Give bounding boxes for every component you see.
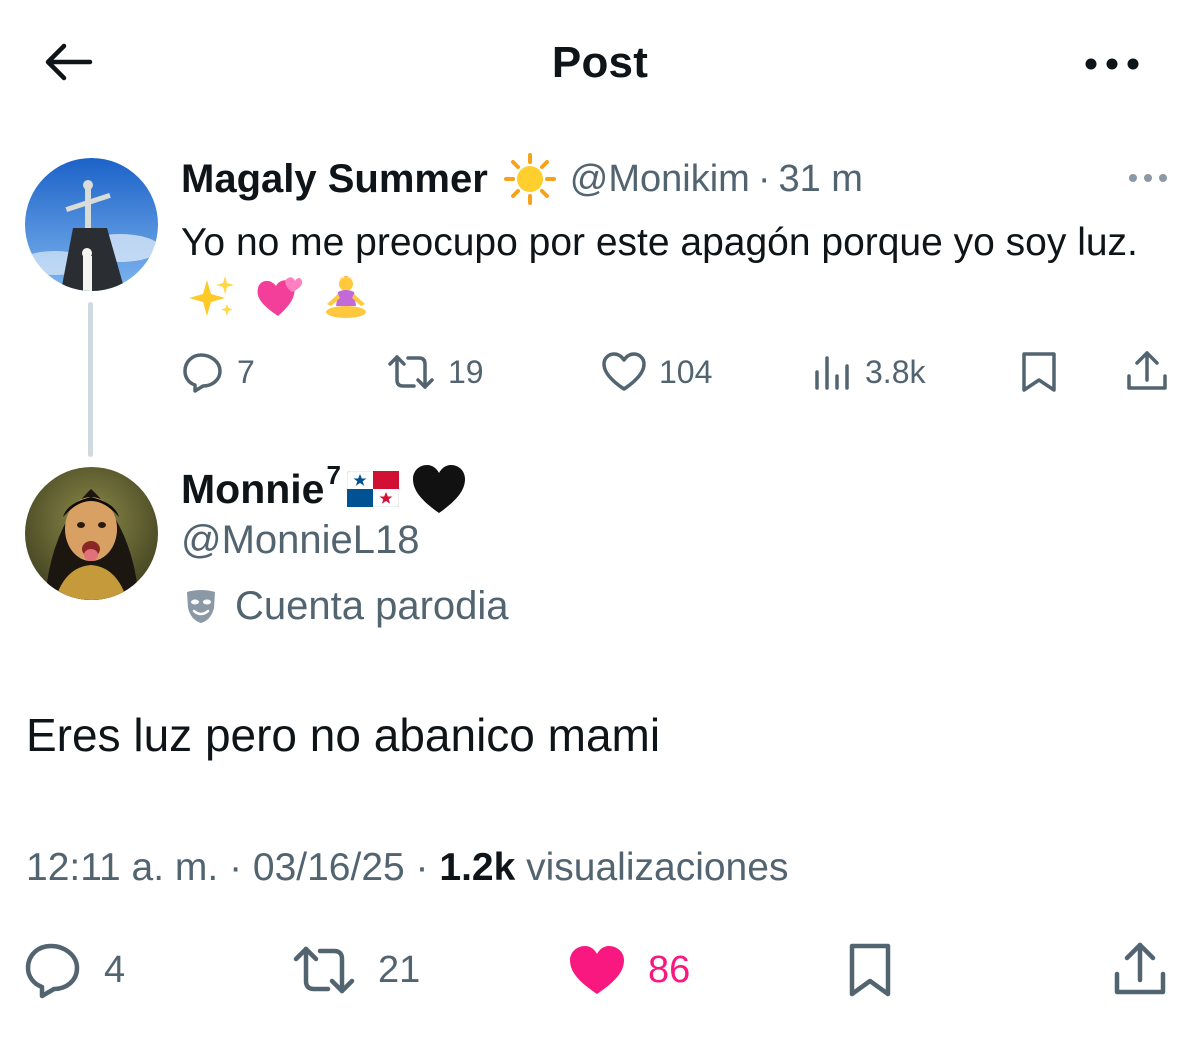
post-time[interactable]: 12:11 a. m. [26, 846, 218, 889]
repost-icon [293, 946, 355, 994]
sun-emoji [503, 153, 556, 205]
post-time[interactable]: 31 m [778, 158, 862, 201]
like-button[interactable]: 104 [601, 344, 712, 400]
share-icon [1114, 942, 1166, 995]
more-options-button[interactable] [1080, 44, 1144, 84]
heart-outline-icon [602, 352, 646, 391]
author-handle[interactable]: @Monikim [570, 158, 750, 201]
reply-icon [183, 353, 222, 393]
separator-dot: · [404, 846, 440, 889]
author-name[interactable]: Monnie [181, 466, 324, 513]
author-name[interactable]: Magaly Summer [181, 157, 488, 202]
share-icon [1127, 351, 1167, 390]
like-count: 104 [659, 353, 713, 390]
post-more-button[interactable] [1124, 166, 1172, 190]
reply-post-header: Monnie 7 [181, 460, 467, 518]
reply-button[interactable]: 4 [24, 930, 125, 1010]
reply-icon [25, 943, 80, 999]
bookmark-icon [1022, 352, 1056, 392]
more-horizontal-icon [1085, 58, 1139, 70]
analytics-icon [815, 356, 849, 390]
share-button[interactable] [1125, 344, 1169, 400]
drama-masks-icon [187, 590, 215, 623]
bookmark-button[interactable] [1019, 344, 1059, 400]
avatar-monnie[interactable] [25, 467, 158, 600]
share-button[interactable] [1112, 930, 1168, 1010]
like-button[interactable]: 86 [568, 930, 690, 1010]
reply-button[interactable]: 7 [181, 344, 255, 400]
bookmark-button[interactable] [846, 930, 894, 1010]
avatar-magaly[interactable] [25, 158, 158, 291]
separator-dot: · [218, 846, 253, 889]
reply-count: 4 [104, 948, 126, 991]
parent-post-text: Yo no me preocupo por este apagón porque… [181, 214, 1171, 328]
repost-count: 19 [448, 353, 484, 390]
views-label: visualizaciones [526, 846, 789, 889]
more-horizontal-icon [1129, 174, 1167, 182]
heart-filled-icon [570, 946, 624, 994]
post-text: Yo no me preocupo por este apagón porque… [181, 221, 1138, 264]
bookmark-icon [849, 943, 891, 997]
repost-button[interactable]: 21 [292, 930, 420, 1010]
name-superscript: 7 [326, 459, 341, 490]
repost-count: 21 [378, 948, 421, 991]
author-handle[interactable]: @MonnieL18 [181, 518, 420, 563]
two-hearts-emoji [254, 274, 304, 320]
reply-count: 7 [237, 353, 255, 390]
parody-account-label: Cuenta parodia [181, 580, 509, 632]
post-meta: 12:11 a. m. · 03/16/25 · 1.2k visualizac… [26, 846, 788, 890]
post-date[interactable]: 03/16/25 [253, 846, 405, 889]
parody-label-text: Cuenta parodia [235, 583, 509, 628]
like-count: 86 [648, 948, 691, 991]
separator-dot: · [757, 157, 771, 200]
repost-icon [388, 355, 434, 389]
page-title: Post [551, 38, 649, 87]
top-bar: Post [0, 0, 1200, 124]
views-count: 3.8k [865, 353, 926, 390]
repost-button[interactable]: 19 [386, 344, 484, 400]
parent-post-actions: 7 19 104 3.8k [181, 344, 1171, 400]
reply-post-actions: 4 21 86 [0, 930, 1200, 1010]
person-lotus-position-emoji [321, 274, 371, 320]
views-button[interactable]: 3.8k [813, 344, 925, 400]
reply-post-text: Eres luz pero no abanico mami [26, 709, 661, 761]
parent-post-header: Magaly Summer @Monikim · 31 m [181, 153, 863, 205]
sparkles-emoji [187, 274, 237, 320]
black-heart-emoji [412, 465, 465, 513]
flag-panama-emoji [346, 471, 399, 507]
views-total: 1.2k [439, 846, 516, 889]
thread-connector [88, 302, 93, 457]
